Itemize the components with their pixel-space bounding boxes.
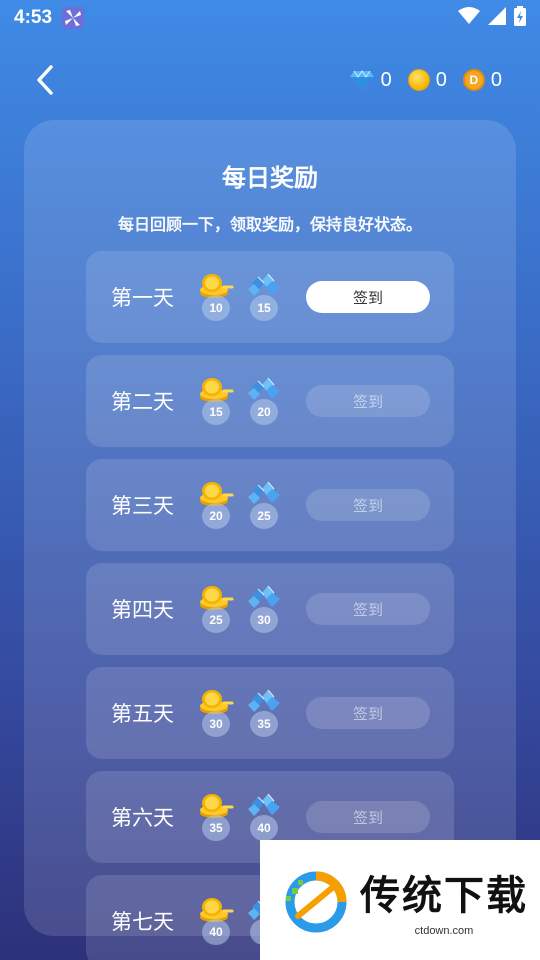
watermark-url: ctdown.com [414, 925, 474, 937]
status-bar: 4:53 [0, 0, 540, 36]
diamond-balance: 0 [349, 69, 392, 92]
day-label: 第六天 [111, 806, 174, 830]
coin-reward-count: 15 [202, 399, 230, 425]
d-coin-icon: D [462, 69, 485, 91]
wifi-icon [458, 7, 480, 29]
sign-in-button[interactable]: 签到 [306, 593, 430, 625]
signal-icon [488, 7, 506, 29]
coin-reward-count: 30 [202, 711, 230, 737]
coin-reward-count: 25 [202, 607, 230, 633]
gem-reward-count: 30 [250, 607, 278, 633]
battery-icon [514, 6, 526, 30]
panel-subtitle: 每日回顾一下，领取奖励，保持良好状态。 [117, 215, 422, 234]
coin-reward: 30 [196, 689, 236, 737]
coin-reward-count: 20 [202, 503, 230, 529]
coin-reward: 15 [196, 377, 236, 425]
coin-reward: 35 [196, 793, 236, 841]
top-bar: 0 0 D 0 [0, 52, 540, 108]
panel-title: 每日奖励 [222, 164, 318, 192]
day-row: 第五天 30 35 签到 [86, 667, 454, 759]
d-coin-balance: D 0 [462, 68, 502, 92]
watermark-logo [285, 871, 347, 933]
gem-reward: 40 [244, 793, 284, 841]
watermark-title: 传统下载 [360, 873, 528, 919]
gem-reward: 20 [244, 377, 284, 425]
coin-reward: 10 [196, 273, 236, 321]
gem-reward-count: 15 [250, 295, 278, 321]
chevron-left-icon [37, 65, 53, 95]
sign-in-button[interactable]: 签到 [306, 489, 430, 521]
sign-in-button[interactable]: 签到 [306, 281, 430, 313]
coin-reward-count: 40 [202, 919, 230, 945]
coin-reward-count: 10 [202, 295, 230, 321]
diamond-icon [349, 70, 374, 89]
currency-bar: 0 0 D 0 [349, 69, 516, 92]
day-label: 第四天 [111, 598, 174, 622]
gem-reward-count: 20 [250, 399, 278, 425]
day-row: 第二天 15 20 签到 [86, 355, 454, 447]
day-label: 第二天 [111, 390, 174, 414]
app-notification-icon [62, 7, 85, 29]
sign-in-button[interactable]: 签到 [306, 801, 430, 833]
d-coin-count: 0 [490, 68, 502, 91]
watermark-banner: 传统下载 ctdown.com [260, 840, 540, 960]
day-label: 第五天 [111, 702, 174, 726]
coin-icon [407, 69, 430, 91]
gem-reward-count: 35 [250, 711, 278, 737]
status-time: 4:53 [14, 7, 53, 28]
diamond-count: 0 [380, 68, 392, 91]
coin-reward: 20 [196, 481, 236, 529]
day-row: 第三天 20 25 签到 [86, 459, 454, 551]
gem-reward: 35 [244, 689, 284, 737]
gem-reward: 15 [244, 273, 284, 321]
day-label: 第三天 [111, 494, 174, 518]
gem-reward-count: 40 [250, 815, 278, 841]
coin-reward-count: 35 [202, 815, 230, 841]
day-label: 第七天 [111, 910, 174, 934]
day-label: 第一天 [111, 286, 174, 310]
coin-count: 0 [435, 68, 447, 91]
day-row: 第四天 25 30 签到 [86, 563, 454, 655]
gem-reward: 25 [244, 481, 284, 529]
sign-in-button[interactable]: 签到 [306, 385, 430, 417]
gem-reward-count: 25 [250, 503, 278, 529]
back-button[interactable] [24, 60, 64, 100]
day-row: 第一天 10 15 签到 [86, 251, 454, 343]
coin-balance: 0 [407, 68, 447, 92]
sign-in-button[interactable]: 签到 [306, 697, 430, 729]
coin-reward: 25 [196, 585, 236, 633]
coin-reward: 40 [196, 897, 236, 945]
gem-reward: 30 [244, 585, 284, 633]
